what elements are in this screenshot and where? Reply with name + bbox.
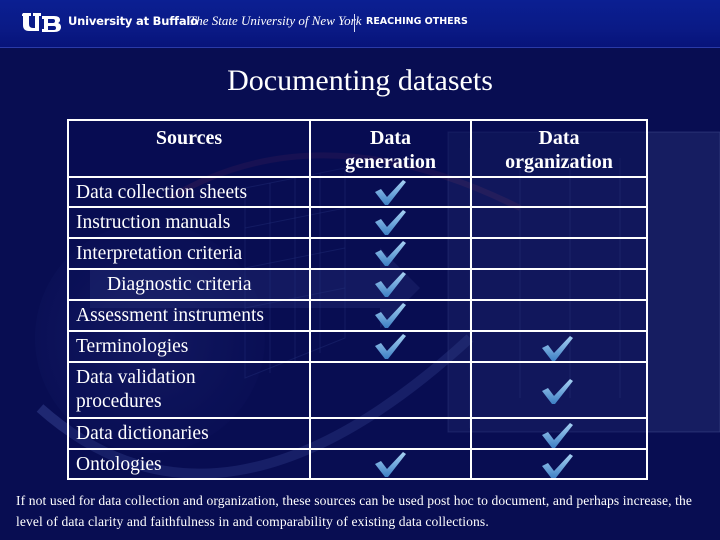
source-label: Diagnostic criteria	[107, 274, 252, 295]
table-row: Data dictionaries	[67, 417, 648, 448]
checkmark-icon	[375, 452, 406, 477]
header-cell-sources: Sources	[67, 121, 309, 176]
checkmark-icon	[375, 180, 406, 205]
checkmark-icon	[542, 454, 573, 479]
data-organization-cell	[470, 301, 648, 330]
source-cell: Data collection sheets	[67, 178, 309, 206]
source-cell: Interpretation criteria	[67, 239, 309, 268]
source-label: Instruction manuals	[76, 212, 231, 233]
checkmark-icon	[542, 423, 573, 448]
checkmark-icon	[542, 379, 573, 404]
table-row: Data validation procedures	[67, 361, 648, 417]
data-generation-cell	[309, 301, 470, 330]
ub-logo-icon	[22, 13, 61, 32]
table-row: Diagnostic criteria	[67, 268, 648, 299]
header-cell-data-organization: Data organization	[470, 121, 648, 176]
checkmark-icon	[375, 210, 406, 235]
data-organization-cell	[470, 332, 648, 361]
checkmark-icon	[375, 241, 406, 266]
checkmark-icon	[375, 303, 406, 328]
checkmark-icon	[375, 272, 406, 297]
data-organization-cell	[470, 239, 648, 268]
source-cell: Data validation procedures	[67, 363, 309, 417]
source-label: Data collection sheets	[76, 182, 248, 203]
table-row: Interpretation criteria	[67, 237, 648, 268]
source-cell: Assessment instruments	[67, 301, 309, 330]
source-label: Data validation procedures	[76, 367, 196, 412]
table-row: Assessment instruments	[67, 299, 648, 330]
table-row: Data collection sheets	[67, 176, 648, 206]
source-label: Ontologies	[76, 454, 162, 475]
data-organization-cell	[470, 270, 648, 299]
data-generation-cell	[309, 178, 470, 206]
tagline: REACHING OTHERS	[366, 16, 468, 27]
source-cell: Instruction manuals	[67, 208, 309, 237]
table-row: Terminologies	[67, 330, 648, 361]
data-generation-cell	[309, 419, 470, 448]
checkmark-icon	[542, 336, 573, 361]
header-divider	[354, 14, 355, 32]
university-system: The State University of New York	[189, 13, 362, 28]
data-organization-cell	[470, 178, 648, 206]
source-cell: Terminologies	[67, 332, 309, 361]
table-row: Instruction manuals	[67, 206, 648, 237]
data-generation-cell	[309, 270, 470, 299]
data-generation-cell	[309, 332, 470, 361]
data-generation-cell	[309, 363, 470, 417]
data-generation-cell	[309, 208, 470, 237]
source-label: Assessment instruments	[76, 305, 264, 326]
data-organization-cell	[470, 208, 648, 237]
data-organization-cell	[470, 363, 648, 417]
source-label: Interpretation criteria	[76, 243, 243, 264]
source-cell: Ontologies	[67, 450, 309, 479]
footnote: If not used for data collection and orga…	[16, 493, 693, 529]
data-generation-cell	[309, 450, 470, 479]
source-label: Data dictionaries	[76, 423, 209, 444]
data-organization-cell	[470, 450, 648, 479]
source-cell: Data dictionaries	[67, 419, 309, 448]
table-row: Ontologies	[67, 448, 648, 479]
data-organization-cell	[470, 419, 648, 448]
header-bar: University at Buffalo The State Universi…	[0, 0, 720, 48]
university-name: University at Buffalo	[68, 14, 198, 28]
header-cell-data-generation: Data generation	[309, 121, 470, 176]
checkmark-icon	[375, 334, 406, 359]
slide-title: Documenting datasets	[227, 64, 493, 97]
source-label: Terminologies	[76, 336, 189, 357]
source-cell: Diagnostic criteria	[67, 270, 309, 299]
table-bottom-border	[67, 478, 648, 480]
data-generation-cell	[309, 239, 470, 268]
table-header-row: Sources Data generation Data organizatio…	[67, 119, 648, 176]
